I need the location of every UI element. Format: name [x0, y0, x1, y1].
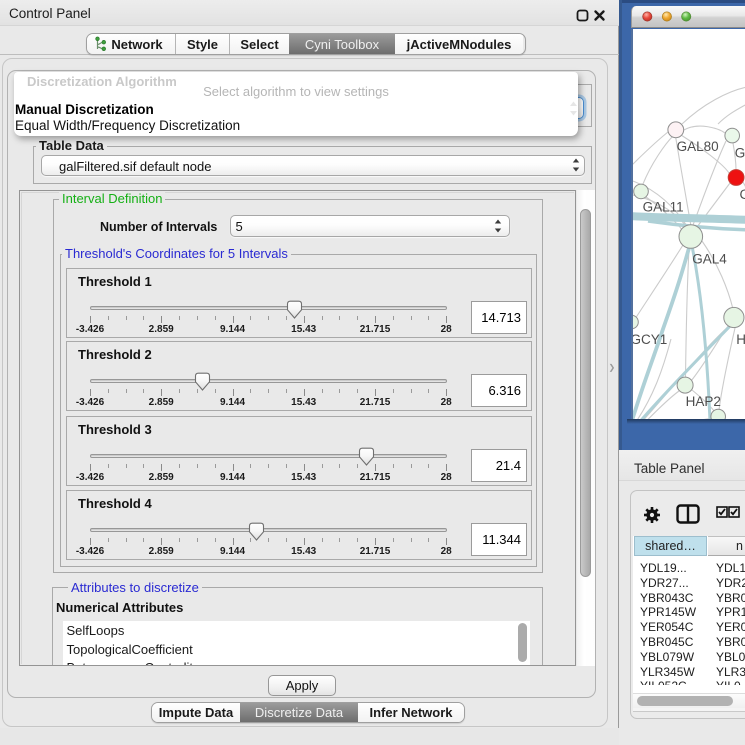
svg-text:GA: GA [735, 146, 745, 161]
svg-text:GAL11: GAL11 [643, 200, 684, 215]
svg-text:HAP2: HAP2 [686, 394, 721, 409]
svg-text:C: C [740, 187, 745, 202]
svg-text:GAL80: GAL80 [677, 139, 719, 154]
svg-text:GAL4: GAL4 [692, 252, 727, 267]
svg-text:GCY1: GCY1 [633, 332, 667, 347]
svg-text:H: H [736, 332, 745, 347]
